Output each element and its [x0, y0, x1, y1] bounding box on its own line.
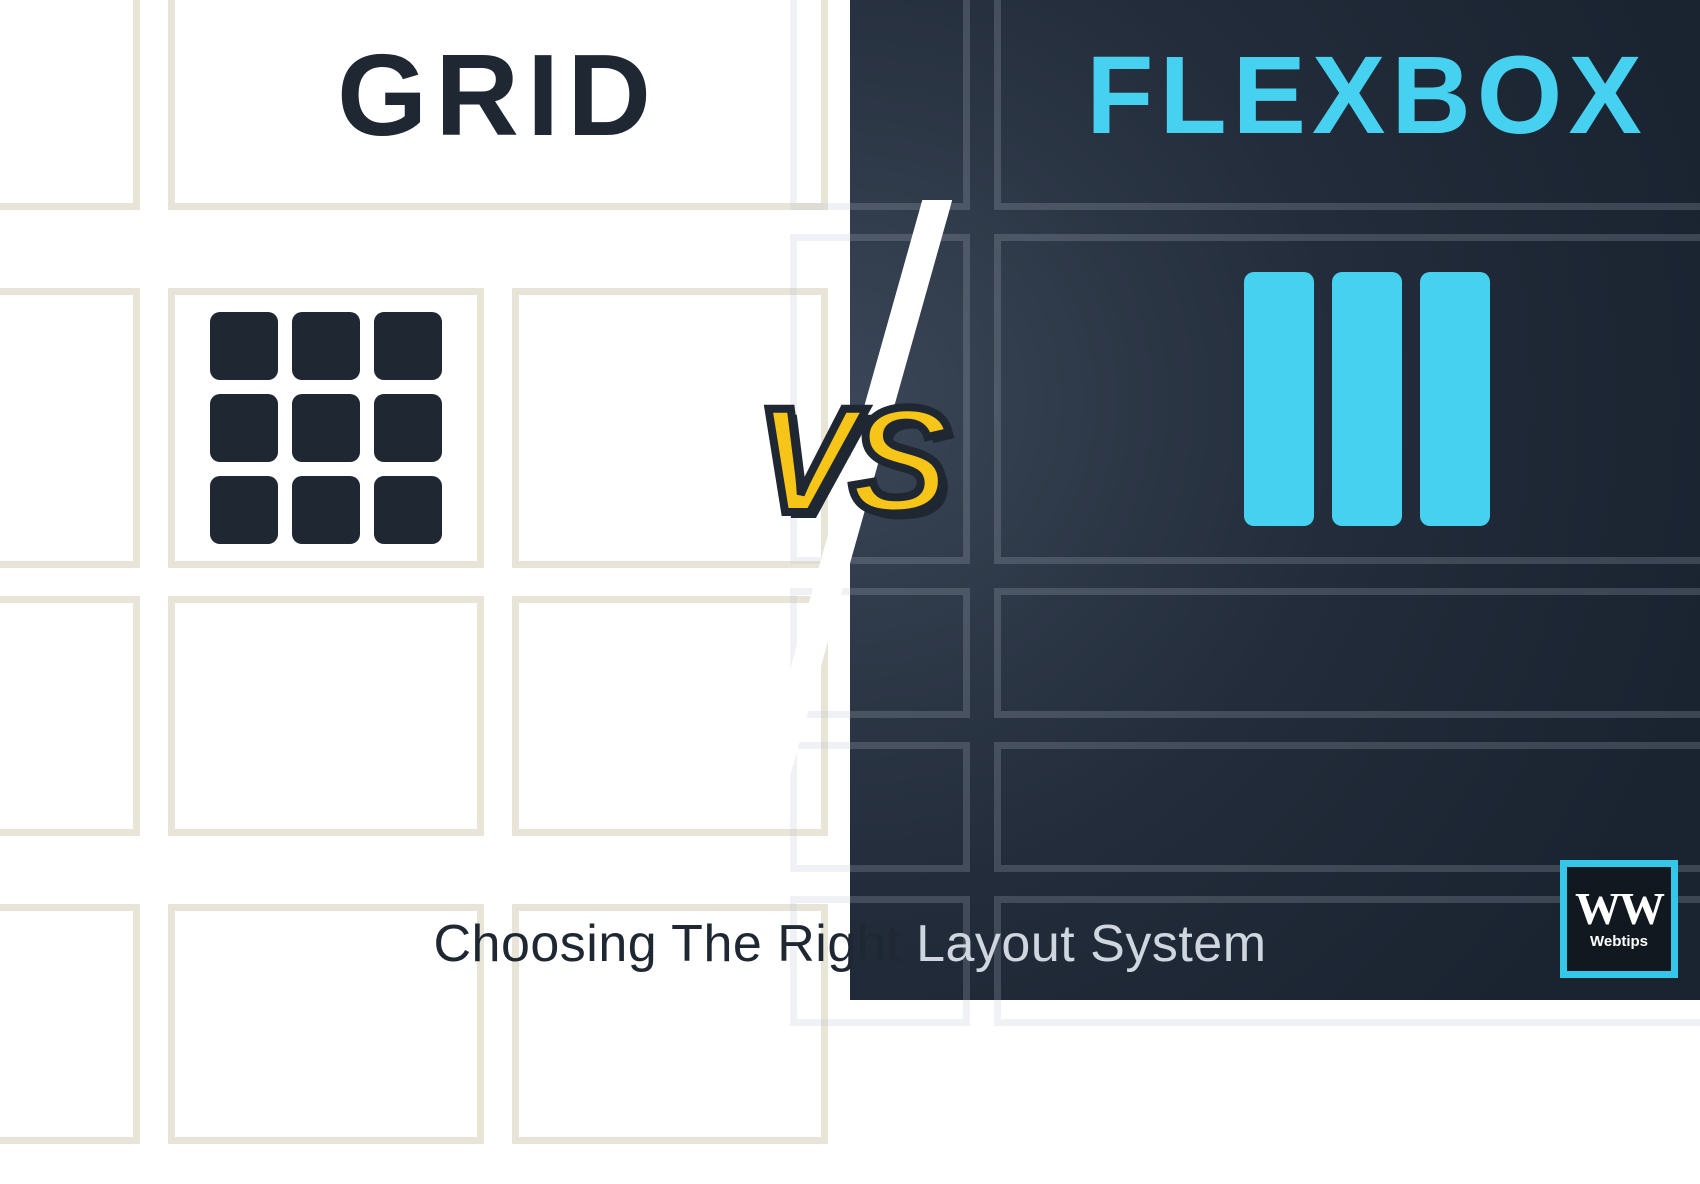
- flexbox-icon: [1244, 272, 1490, 526]
- flex-title: FLEXBOX: [1086, 32, 1648, 159]
- flex-wire-cell: [790, 0, 970, 210]
- flex-wire-cell: [994, 742, 1700, 872]
- grid-wire-cell: [168, 596, 484, 836]
- logo-name: Webtips: [1590, 933, 1648, 950]
- subtitle-right: Layout System: [916, 915, 1266, 973]
- grid-background-layout: GRID: [0, 0, 920, 1184]
- grid-wire-cell: [0, 288, 140, 568]
- flexbox-panel: FLEXBOX: [850, 0, 1700, 1000]
- grid-icon: [210, 312, 442, 544]
- subtitle: Choosing The Right Layout System: [0, 914, 1700, 974]
- flex-icon-cell: [994, 234, 1700, 564]
- grid-title-cell: GRID: [168, 0, 828, 210]
- subtitle-left: Choosing The Right: [433, 915, 916, 973]
- grid-title: GRID: [337, 28, 659, 162]
- flex-wire-cell: [994, 588, 1700, 718]
- flex-wire-cell: [790, 742, 970, 872]
- webtips-logo: WW Webtips: [1560, 860, 1678, 978]
- flex-title-cell: FLEXBOX: [994, 0, 1700, 210]
- logo-mark: WW: [1575, 888, 1663, 929]
- grid-icon-cell: [168, 288, 484, 568]
- grid-wire-cell: [0, 0, 140, 210]
- grid-panel: GRID: [0, 0, 850, 1000]
- vs-badge: VS: [756, 400, 944, 520]
- grid-wire-cell: [0, 596, 140, 836]
